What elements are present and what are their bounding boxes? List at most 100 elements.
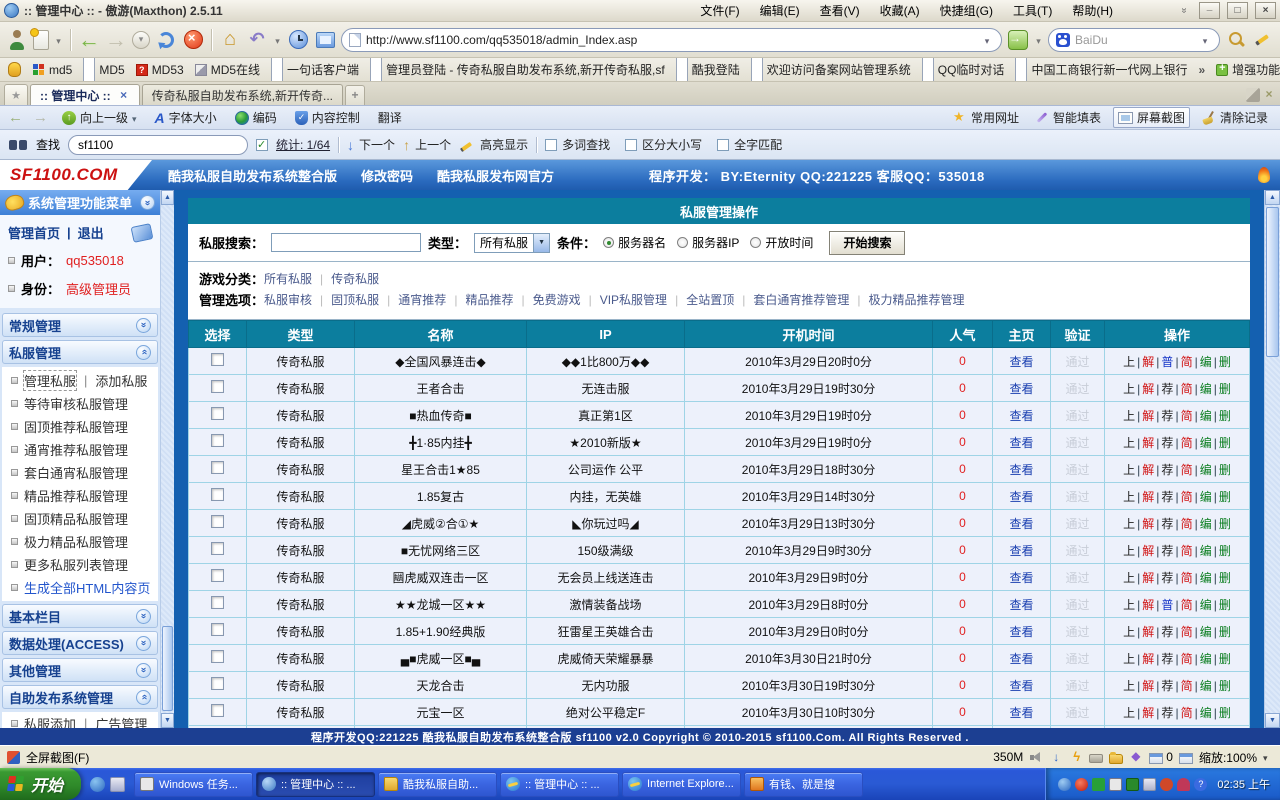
stat-checkbox[interactable] bbox=[256, 139, 268, 151]
menu-item[interactable]: 查看(V) bbox=[810, 0, 870, 21]
go-dropdown-icon[interactable] bbox=[1034, 33, 1043, 47]
option-link[interactable]: 免费游戏 bbox=[513, 290, 580, 311]
op-link[interactable]: 上 bbox=[1123, 517, 1135, 531]
row-checkbox[interactable] bbox=[211, 407, 224, 420]
op-link[interactable]: 删 bbox=[1219, 706, 1231, 720]
menu-item[interactable]: 快捷组(G) bbox=[930, 0, 1003, 21]
find-prev-button[interactable]: 上一个 bbox=[403, 136, 451, 153]
taskbar-task[interactable]: Windows 任务... bbox=[134, 772, 253, 797]
scroll-down-icon[interactable] bbox=[1265, 713, 1280, 728]
op-link[interactable]: 简 bbox=[1181, 517, 1193, 531]
option-link[interactable]: 私服审核 bbox=[264, 290, 312, 311]
op-link[interactable]: 简 bbox=[1181, 409, 1193, 423]
new-page-dropdown-icon[interactable] bbox=[54, 33, 63, 47]
op-link[interactable]: 荐 bbox=[1161, 463, 1173, 477]
search-engine-label[interactable]: BaiDu bbox=[1075, 33, 1193, 47]
op-link[interactable]: 解 bbox=[1142, 652, 1154, 666]
op-link[interactable]: 删 bbox=[1219, 679, 1231, 693]
up-level-button[interactable]: 向上一级 bbox=[58, 108, 141, 127]
op-link[interactable]: 解 bbox=[1142, 382, 1154, 396]
op-link[interactable]: 删 bbox=[1219, 544, 1231, 558]
option-link[interactable]: VIP私服管理 bbox=[581, 290, 667, 311]
undo-icon[interactable] bbox=[246, 28, 268, 52]
content-control-button[interactable]: 内容控制 bbox=[291, 108, 364, 127]
go-icon[interactable] bbox=[1008, 30, 1028, 50]
option-link[interactable]: 套白通宵推荐管理 bbox=[734, 290, 849, 311]
op-link[interactable]: 编 bbox=[1200, 679, 1212, 693]
op-link[interactable]: 编 bbox=[1200, 625, 1212, 639]
op-link[interactable]: 解 bbox=[1142, 517, 1154, 531]
condition-radio[interactable]: 服务器名 bbox=[603, 234, 666, 251]
op-link[interactable]: 荐 bbox=[1161, 382, 1173, 396]
sidebar-collapse-icon[interactable] bbox=[140, 195, 155, 210]
op-link[interactable]: 荐 bbox=[1161, 706, 1173, 720]
bookmark-item[interactable]: MD53 bbox=[136, 63, 184, 77]
find-next-button[interactable]: 下一个 bbox=[347, 136, 395, 153]
bookmark-item[interactable]: MD5 bbox=[83, 58, 124, 82]
quick-launch-icon-2[interactable] bbox=[110, 777, 125, 792]
op-link[interactable]: 简 bbox=[1181, 490, 1193, 504]
taskbar-task[interactable]: :: 管理中心 :: ... bbox=[256, 772, 375, 797]
row-homepage-link[interactable]: 查看 bbox=[1009, 625, 1033, 639]
op-link[interactable]: 简 bbox=[1181, 679, 1193, 693]
op-link[interactable]: 上 bbox=[1123, 679, 1135, 693]
op-link[interactable]: 解 bbox=[1142, 436, 1154, 450]
row-homepage-link[interactable]: 查看 bbox=[1009, 436, 1033, 450]
address-bar[interactable] bbox=[341, 28, 1002, 52]
row-checkbox[interactable] bbox=[211, 353, 224, 366]
section-chevron-icon[interactable] bbox=[136, 609, 151, 624]
menu-item[interactable]: 帮助(H) bbox=[1062, 0, 1123, 21]
encoding-button[interactable]: 编码 bbox=[231, 108, 281, 127]
op-link[interactable]: 删 bbox=[1219, 571, 1231, 585]
sidebar-item-link[interactable]: 套白通宵私服管理 bbox=[24, 463, 128, 482]
op-link[interactable]: 荐 bbox=[1161, 490, 1173, 504]
op-link[interactable]: 删 bbox=[1219, 625, 1231, 639]
menu-item[interactable]: 收藏(A) bbox=[870, 0, 930, 21]
row-checkbox[interactable] bbox=[211, 488, 224, 501]
taskbar-task[interactable]: Internet Explore... bbox=[622, 772, 741, 797]
op-link[interactable]: 简 bbox=[1181, 382, 1193, 396]
op-link[interactable]: 编 bbox=[1200, 463, 1212, 477]
op-link[interactable]: 编 bbox=[1200, 355, 1212, 369]
tray-icon[interactable] bbox=[1109, 778, 1122, 791]
toolbar-right-button[interactable]: 常用网址 bbox=[949, 107, 1023, 128]
tray-icon[interactable] bbox=[1092, 778, 1105, 791]
op-link[interactable]: 删 bbox=[1219, 436, 1231, 450]
op-link[interactable]: 解 bbox=[1142, 490, 1154, 504]
tray-icon[interactable] bbox=[1160, 778, 1173, 791]
tray-icon[interactable] bbox=[1194, 778, 1207, 791]
op-link[interactable]: 解 bbox=[1142, 409, 1154, 423]
find-option[interactable]: 全字匹配 bbox=[717, 136, 782, 153]
sidebar-item-link[interactable]: 精品推荐私服管理 bbox=[24, 486, 128, 505]
stop-icon[interactable] bbox=[184, 30, 203, 49]
op-link[interactable]: 解 bbox=[1142, 598, 1154, 612]
bookmark-item[interactable]: QQ临时对话 bbox=[922, 58, 1005, 82]
admin-home-link[interactable]: 管理首页 bbox=[8, 223, 60, 242]
section-chevron-icon[interactable] bbox=[136, 636, 151, 651]
op-link[interactable]: 上 bbox=[1123, 625, 1135, 639]
op-link[interactable]: 编 bbox=[1200, 571, 1212, 585]
condition-radio[interactable]: 服务器IP bbox=[677, 234, 739, 251]
op-link[interactable]: 删 bbox=[1219, 463, 1231, 477]
condition-radio[interactable]: 开放时间 bbox=[750, 234, 813, 251]
row-homepage-link[interactable]: 查看 bbox=[1009, 679, 1033, 693]
scroll-track[interactable] bbox=[161, 205, 174, 713]
zoom-level[interactable]: 缩放:100% bbox=[1199, 749, 1257, 766]
tools-icon[interactable] bbox=[1246, 88, 1260, 102]
classify-link[interactable]: 传奇私服 bbox=[312, 269, 379, 290]
row-homepage-link[interactable]: 查看 bbox=[1009, 517, 1033, 531]
op-link[interactable]: 普 bbox=[1161, 598, 1173, 612]
row-checkbox[interactable] bbox=[211, 569, 224, 582]
op-link[interactable]: 简 bbox=[1181, 706, 1193, 720]
history-icon[interactable] bbox=[289, 30, 308, 49]
row-checkbox[interactable] bbox=[211, 623, 224, 636]
start-button[interactable]: 开始 bbox=[0, 768, 81, 800]
find-stat[interactable]: 统计: 1/64 bbox=[276, 136, 330, 153]
section-chevron-icon[interactable] bbox=[136, 663, 151, 678]
tray-icon[interactable] bbox=[1177, 778, 1190, 791]
window-count-icon[interactable] bbox=[1149, 753, 1163, 764]
op-link[interactable]: 解 bbox=[1142, 355, 1154, 369]
sidebar-item-link[interactable]: 生成全部HTML内容页 bbox=[24, 578, 150, 597]
op-link[interactable]: 删 bbox=[1219, 598, 1231, 612]
ad-manage-link[interactable]: 广告管理 bbox=[95, 714, 147, 728]
